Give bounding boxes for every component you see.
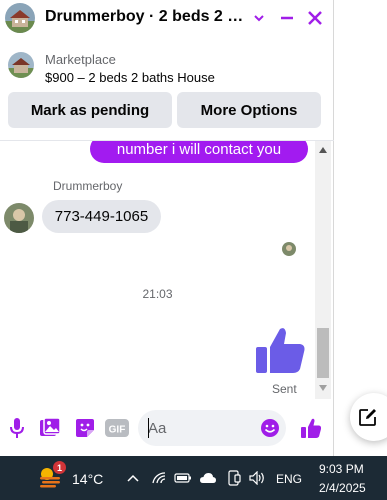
chat-header[interactable]: Drummerboy · 2 beds 2 ba...: [0, 0, 334, 36]
microphone-icon[interactable]: [5, 415, 29, 441]
compose-icon: [359, 409, 376, 426]
phone-link-icon[interactable]: [224, 468, 244, 488]
minimize-icon[interactable]: [275, 6, 299, 30]
text-caret: [148, 418, 149, 438]
language-indicator[interactable]: ENG: [276, 472, 302, 486]
clock-time[interactable]: 9:03 PM: [319, 462, 364, 476]
chat-title[interactable]: Drummerboy · 2 beds 2 ba...: [45, 8, 245, 26]
chevron-down-icon[interactable]: [247, 6, 271, 30]
clock-date[interactable]: 2/4/2025: [319, 481, 366, 495]
gif-icon[interactable]: GIF: [104, 415, 130, 441]
listing-source: Marketplace: [45, 52, 116, 67]
sender-avatar[interactable]: [4, 203, 34, 233]
battery-icon[interactable]: [173, 468, 193, 488]
scroll-down-arrow-icon[interactable]: [315, 381, 331, 395]
temperature[interactable]: 14°C: [72, 471, 103, 487]
like-thumb-icon[interactable]: [254, 323, 308, 377]
close-icon[interactable]: [303, 6, 327, 30]
scroll-thumb[interactable]: [317, 328, 329, 378]
listing-title[interactable]: $900 – 2 beds 2 baths House: [45, 70, 215, 85]
message-list[interactable]: number i will contact you Drummerboy 773…: [0, 141, 315, 399]
screen: Drummerboy · 2 beds 2 ba... Marketplace …: [0, 0, 387, 500]
sticker-icon[interactable]: [73, 415, 97, 441]
wifi-icon[interactable]: [149, 468, 169, 488]
image-icon[interactable]: [38, 415, 62, 441]
message-composer: GIF: [0, 405, 334, 453]
seen-avatar: [282, 242, 296, 256]
message-scrollbar[interactable]: [315, 141, 331, 399]
svg-text:GIF: GIF: [109, 425, 126, 436]
message-input-container[interactable]: [138, 410, 286, 446]
mark-as-pending-button[interactable]: Mark as pending: [8, 92, 172, 128]
like-icon[interactable]: [299, 415, 323, 441]
message-input[interactable]: [148, 418, 256, 438]
chevron-up-icon[interactable]: [123, 468, 143, 488]
chat-window: Drummerboy · 2 beds 2 ba... Marketplace …: [0, 0, 334, 456]
scroll-up-arrow-icon[interactable]: [315, 143, 331, 157]
sender-name: Drummerboy: [53, 179, 123, 193]
cloud-icon[interactable]: [198, 468, 218, 488]
message-timestamp: 21:03: [142, 287, 173, 301]
listing-thumbnail[interactable]: [8, 52, 34, 78]
more-options-button[interactable]: More Options: [177, 92, 321, 128]
taskbar: 1 14°C ENG 9:03 PM 2/4/2025: [0, 456, 387, 500]
emoji-icon[interactable]: [260, 418, 280, 438]
volume-icon[interactable]: [248, 468, 268, 488]
incoming-message[interactable]: 773-449-1065: [42, 200, 161, 233]
outgoing-message[interactable]: number i will contact you: [90, 141, 308, 163]
message-status: Sent: [272, 382, 297, 396]
marketplace-listing[interactable]: Marketplace $900 – 2 beds 2 baths House: [0, 44, 334, 92]
new-message-button[interactable]: [350, 393, 387, 441]
weather-badge: 1: [53, 461, 66, 474]
house-avatar[interactable]: [5, 3, 35, 33]
